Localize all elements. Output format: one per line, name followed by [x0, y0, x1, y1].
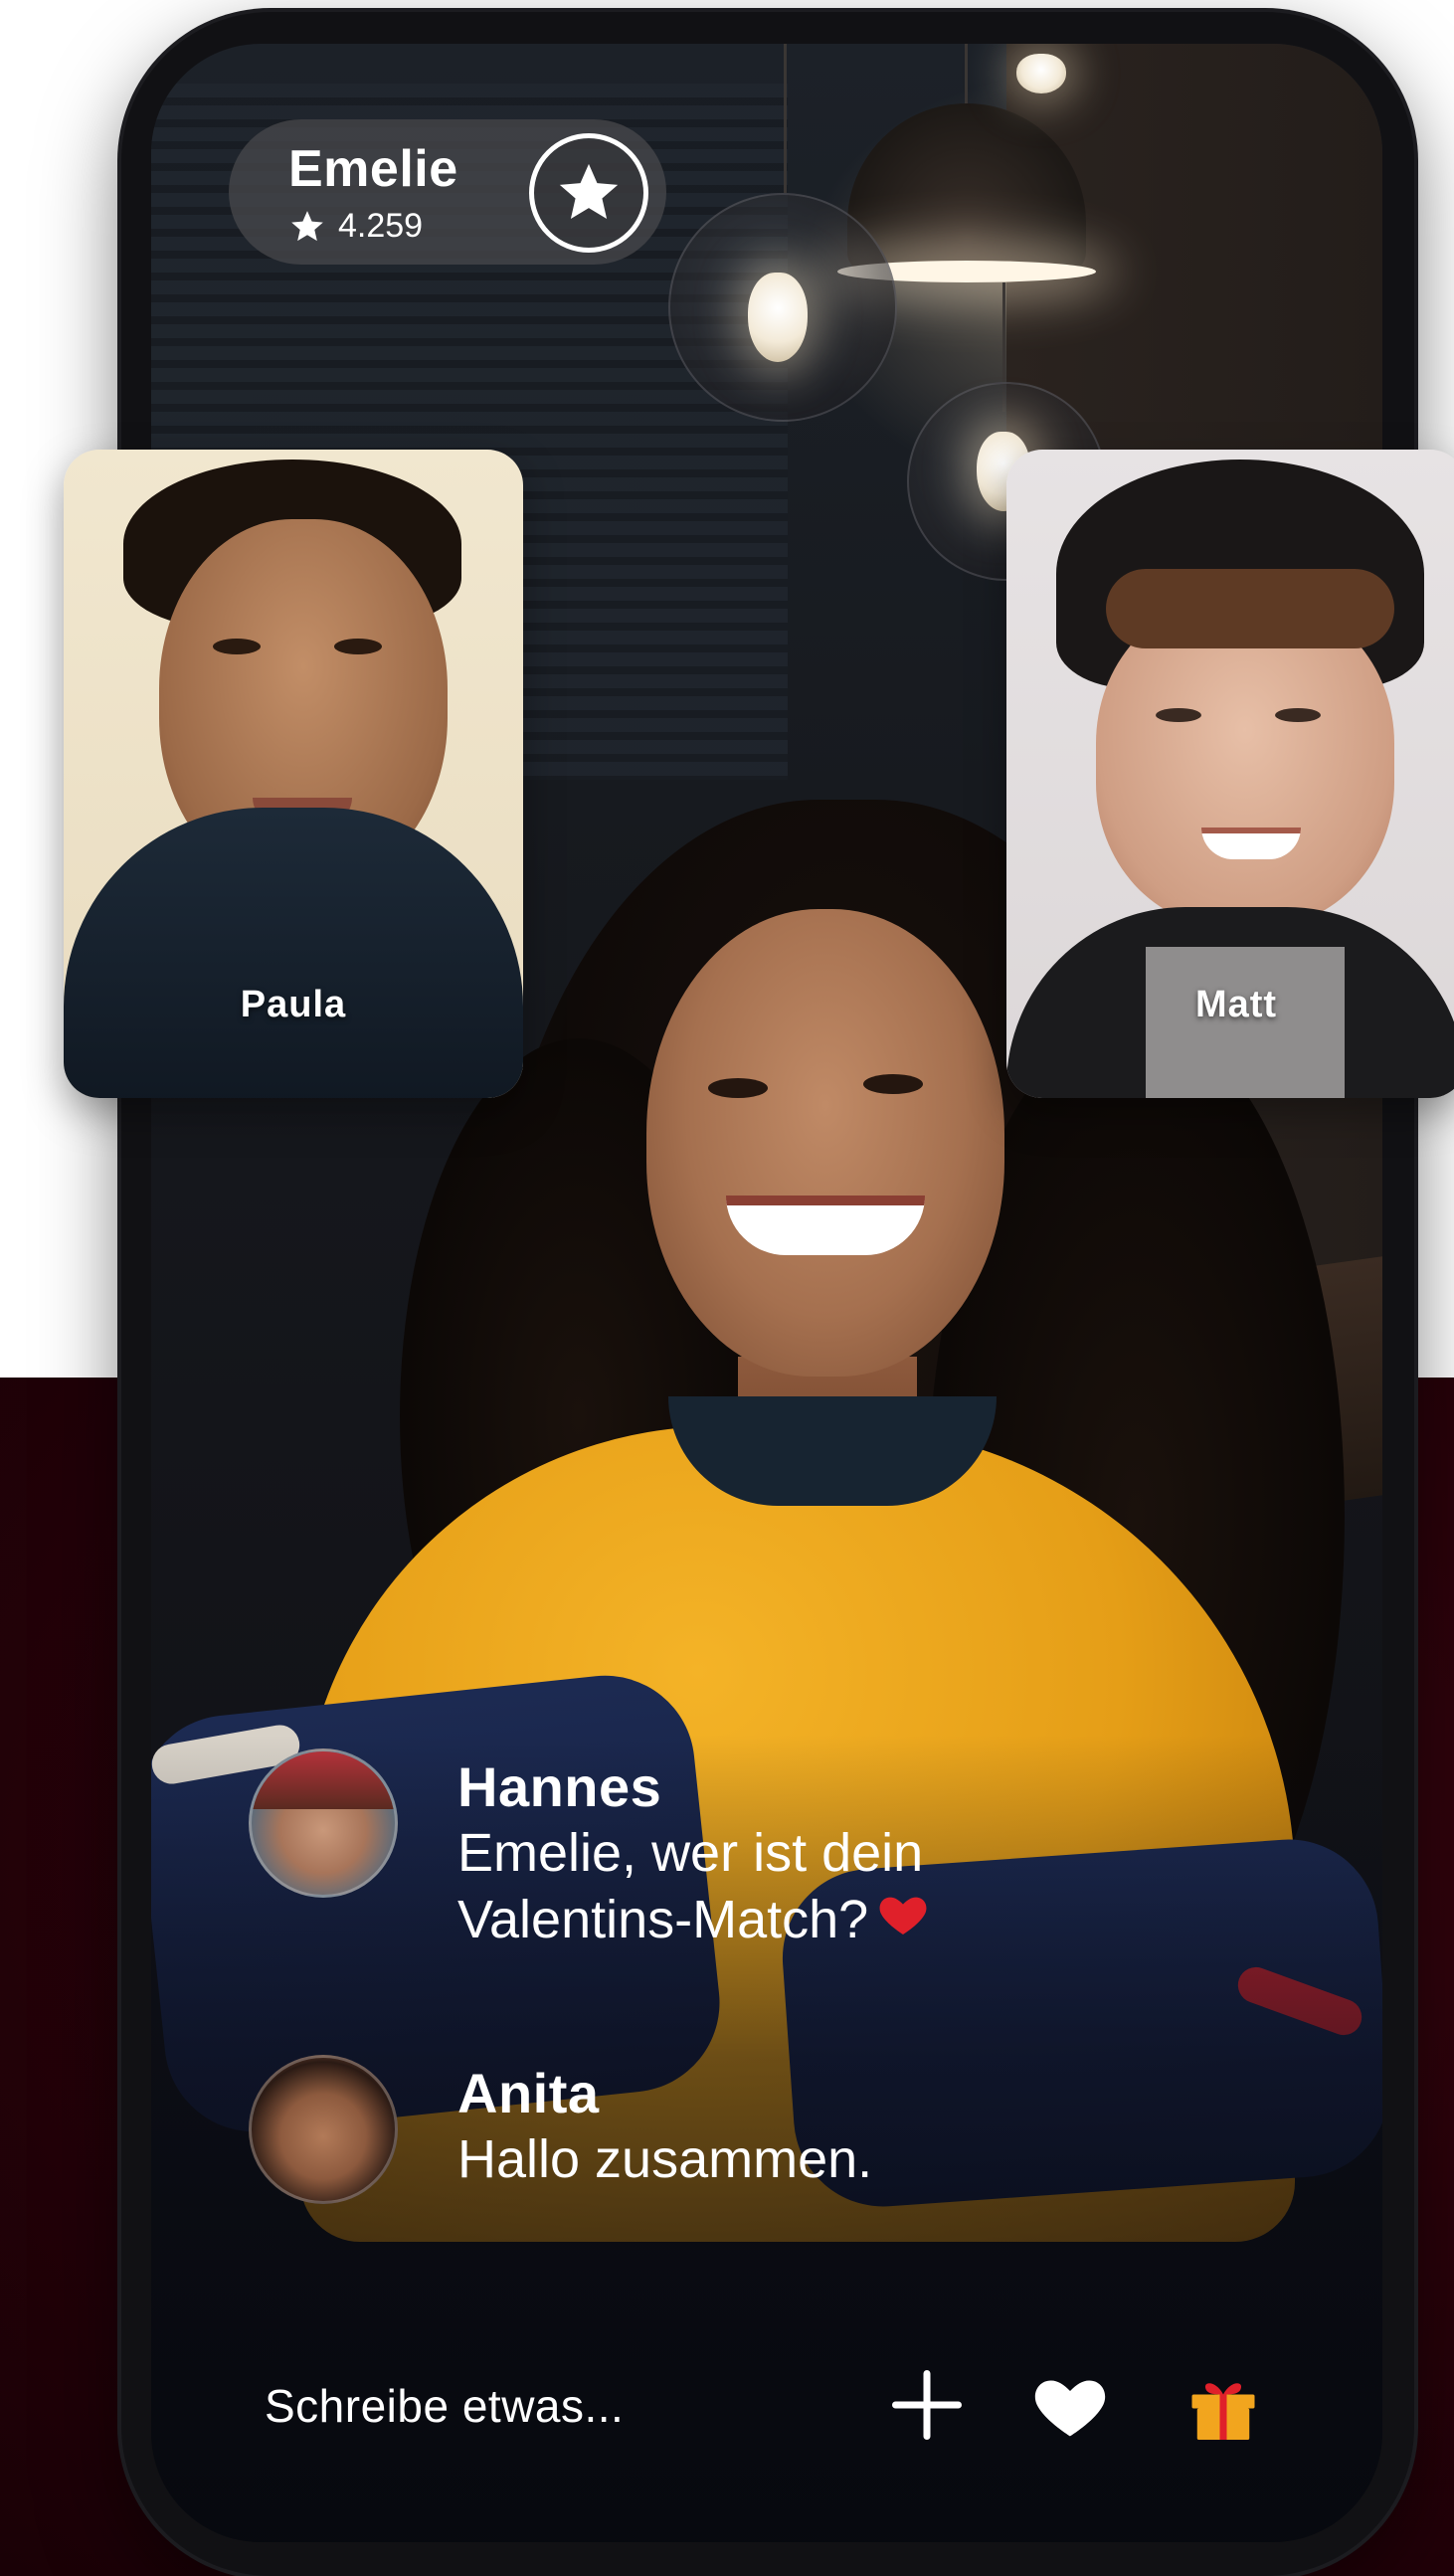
plus-icon[interactable]: [885, 2363, 969, 2447]
guest-hair: [1106, 569, 1394, 648]
guest-name: Paula: [240, 984, 347, 1025]
chat-body: Emelie, wer ist dein Valentins-Match?: [457, 1820, 1074, 1952]
star-icon: [291, 210, 323, 241]
guest-eye: [213, 639, 261, 654]
host-smile: [726, 1196, 925, 1255]
chat-message: Anita Hallo zusammen.: [249, 2055, 1074, 2204]
gift-icon[interactable]: [1181, 2363, 1265, 2447]
chat-text: Anita Hallo zusammen.: [457, 2055, 1074, 2192]
chat-line: Valentins-Match?: [457, 1890, 869, 1949]
heart-emoji-icon: [879, 1897, 927, 1934]
host-eye-left: [708, 1078, 768, 1098]
host-rating: 4.259: [288, 207, 423, 246]
follow-button[interactable]: [529, 133, 648, 253]
guest-tile-matt[interactable]: Matt: [1006, 450, 1454, 1098]
chat-author: Anita: [457, 2062, 600, 2124]
chat-author: Hannes: [457, 1755, 662, 1818]
avatar-hannes[interactable]: [249, 1748, 398, 1898]
guest-jacket: [64, 808, 523, 1098]
chat-text: Hannes Emelie, wer ist dein Valentins-Ma…: [457, 1748, 1074, 1952]
guest-tile-paula[interactable]: Paula: [64, 450, 523, 1098]
rating-value: 4.259: [338, 207, 424, 245]
host-eye-right: [863, 1074, 923, 1094]
chat-line: Hallo zusammen.: [457, 2129, 873, 2189]
chat-body: Hallo zusammen.: [457, 2126, 1074, 2192]
guest-eye: [334, 639, 382, 654]
host-face: [646, 909, 1004, 1377]
guest-eye: [1156, 708, 1201, 722]
heart-icon[interactable]: [1028, 2363, 1112, 2447]
avatar-cap: [252, 1751, 395, 1809]
guest-name: Matt: [1194, 984, 1278, 1025]
guest-eye: [1275, 708, 1321, 722]
chat-line: Emelie, wer ist dein: [457, 1823, 924, 1883]
chat-message: Hannes Emelie, wer ist dein Valentins-Ma…: [249, 1748, 1074, 1952]
message-input[interactable]: Schreibe etwas...: [265, 2379, 624, 2433]
star-icon: [559, 163, 619, 219]
host-name: Emelie: [288, 140, 458, 198]
avatar-anita[interactable]: [249, 2055, 398, 2204]
